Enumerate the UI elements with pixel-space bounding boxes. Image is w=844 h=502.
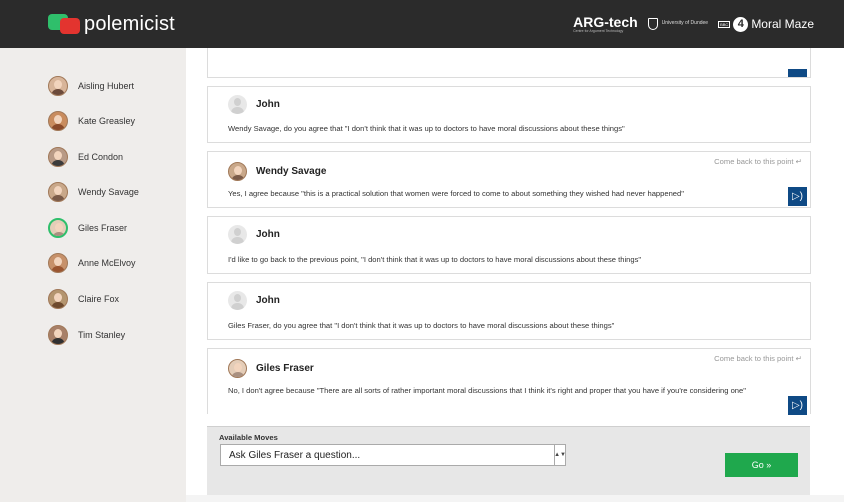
polemicist-logo[interactable]: polemicist xyxy=(48,12,175,36)
university-of-dundee-logo[interactable]: University of Dundee xyxy=(647,18,708,30)
avatar xyxy=(48,182,68,202)
participant-item-selected[interactable]: Giles Fraser xyxy=(48,218,127,238)
avatar xyxy=(48,253,68,273)
avatar xyxy=(48,218,68,238)
participant-name: Wendy Savage xyxy=(78,187,139,197)
participant-name: Claire Fox xyxy=(78,294,120,304)
moral-maze-logo[interactable]: BBC 4 Moral Maze xyxy=(718,16,814,32)
message-card: Giles Fraser Come back to this point ↵ N… xyxy=(207,348,811,415)
message-text: Yes, I agree because "this is a practica… xyxy=(228,189,684,198)
participant-name: Giles Fraser xyxy=(78,223,128,233)
speaker-name: John xyxy=(256,295,280,306)
dialogue-panel: John Wendy Savage, do you agree that "I … xyxy=(186,48,844,502)
move-select[interactable]: Ask Giles Fraser a question... ▲▼ xyxy=(220,444,566,466)
message-card: John Giles Fraser, do you agree that "I … xyxy=(207,282,811,340)
avatar xyxy=(48,76,68,96)
message-text: No, I don't agree because "There are all… xyxy=(228,386,746,395)
come-back-link[interactable]: Come back to this point ↵ xyxy=(714,354,802,363)
horizontal-scrollbar[interactable] xyxy=(186,495,844,502)
participant-item[interactable]: Ed Condon xyxy=(48,147,123,167)
user-placeholder-icon xyxy=(228,225,247,244)
chevron-updown-icon: ▲▼ xyxy=(554,445,566,465)
partner-logos: ARG-tech Centre for Argument Technology … xyxy=(573,13,814,35)
top-bar: polemicist ARG-tech Centre for Argument … xyxy=(0,0,844,48)
participant-item[interactable]: Kate Greasley xyxy=(48,111,135,131)
avatar xyxy=(48,147,68,167)
move-select-value: Ask Giles Fraser a question... xyxy=(229,449,361,461)
user-placeholder-icon xyxy=(228,95,247,114)
participant-name: Tim Stanley xyxy=(78,330,126,340)
audio-icon[interactable]: ▷) xyxy=(788,187,807,206)
argtech-logo[interactable]: ARG-tech Centre for Argument Technology xyxy=(573,15,638,34)
message-card-previous xyxy=(207,48,811,78)
message-text: Giles Fraser, do you agree that "I don't… xyxy=(228,321,615,330)
speaker-name: Giles Fraser xyxy=(256,363,314,374)
message-text: Wendy Savage, do you agree that "I don't… xyxy=(228,124,625,133)
audio-icon[interactable] xyxy=(788,69,807,77)
audio-icon[interactable]: ▷) xyxy=(788,396,807,415)
participant-name: Aisling Hubert xyxy=(78,81,135,91)
available-moves-panel: Available Moves Ask Giles Fraser a quest… xyxy=(207,426,810,495)
university-shield-icon xyxy=(647,18,658,30)
avatar xyxy=(48,111,68,131)
radio4-icon: 4 xyxy=(733,16,749,32)
available-moves-label: Available Moves xyxy=(219,433,278,442)
go-button[interactable]: Go » xyxy=(725,453,798,477)
message-speaker: Giles Fraser xyxy=(228,359,314,378)
message-card: John Wendy Savage, do you agree that "I … xyxy=(207,86,811,143)
avatar xyxy=(48,325,68,345)
message-speaker: John xyxy=(228,225,280,244)
speaker-name: John xyxy=(256,99,280,110)
message-speaker: Wendy Savage xyxy=(228,162,326,181)
participant-sidebar: Aisling Hubert Kate Greasley Ed Condon W… xyxy=(0,48,186,502)
participant-item[interactable]: Aisling Hubert xyxy=(48,76,134,96)
speaker-name: John xyxy=(256,229,280,240)
participant-item[interactable]: Tim Stanley xyxy=(48,325,125,345)
participant-item[interactable]: Wendy Savage xyxy=(48,182,139,202)
participant-item[interactable]: Anne McElvoy xyxy=(48,253,136,273)
speech-bubbles-icon xyxy=(48,13,80,35)
participant-item[interactable]: Claire Fox xyxy=(48,289,119,309)
message-card: Wendy Savage Come back to this point ↵ Y… xyxy=(207,151,811,208)
message-speaker: John xyxy=(228,95,280,114)
app-name: polemicist xyxy=(84,12,175,35)
message-card: John I'd like to go back to the previous… xyxy=(207,216,811,274)
message-text: I'd like to go back to the previous poin… xyxy=(228,255,642,264)
participant-name: Ed Condon xyxy=(78,152,124,162)
come-back-link[interactable]: Come back to this point ↵ xyxy=(714,157,802,166)
avatar xyxy=(228,162,247,181)
avatar xyxy=(228,359,247,378)
participant-name: Kate Greasley xyxy=(78,116,136,126)
user-placeholder-icon xyxy=(228,291,247,310)
participant-name: Anne McElvoy xyxy=(78,258,136,268)
message-speaker: John xyxy=(228,291,280,310)
speaker-name: Wendy Savage xyxy=(256,166,327,177)
bbc-icon: BBC xyxy=(718,20,731,28)
avatar xyxy=(48,289,68,309)
